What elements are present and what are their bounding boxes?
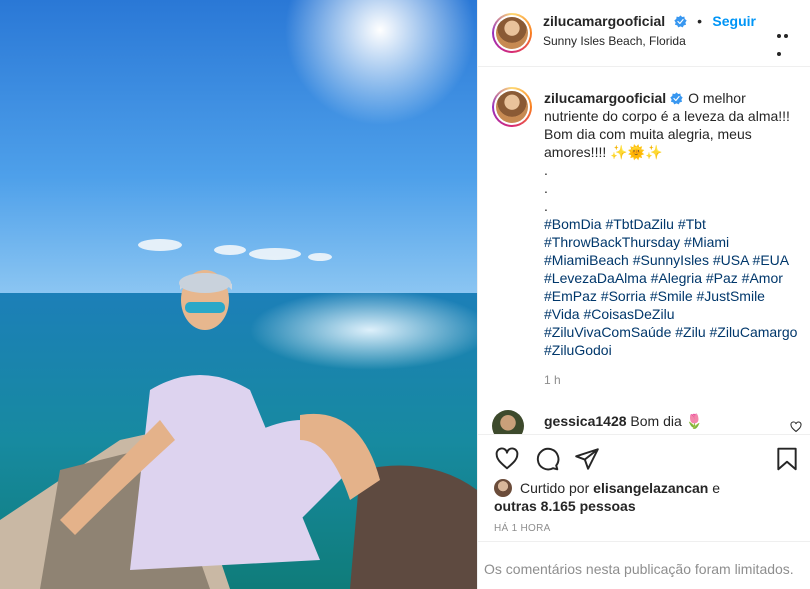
- comment-avatar[interactable]: [492, 410, 524, 434]
- post-timestamp[interactable]: HÁ 1 HORA: [494, 523, 551, 534]
- comment-like-icon[interactable]: [790, 421, 802, 433]
- verified-badge-icon: [670, 92, 683, 105]
- post-details-panel: zilucamargooficial • Seguir Sunny Isles …: [477, 0, 810, 589]
- comment-username[interactable]: gessica1428: [544, 413, 627, 429]
- post-caption: zilucamargooficial O melhor nutriente do…: [544, 89, 798, 359]
- liked-by-and: e: [712, 480, 721, 496]
- username-link[interactable]: zilucamargooficial: [543, 13, 665, 29]
- caption-dot: .: [544, 198, 548, 214]
- caption-hashtags[interactable]: #BomDia #TbtDaZilu #Tbt #ThrowBackThursd…: [544, 215, 798, 359]
- comment-text: Bom dia 🌷: [630, 413, 704, 429]
- comment-text-line: gessica1428 Bom dia 🌷: [544, 413, 703, 430]
- comment-item: gessica1428 Bom dia 🌷: [492, 407, 802, 434]
- share-icon[interactable]: [574, 446, 600, 472]
- save-bookmark-icon[interactable]: [774, 446, 800, 472]
- liked-by-prefix: Curtido por: [520, 480, 590, 496]
- location-link[interactable]: Sunny Isles Beach, Florida: [543, 34, 686, 48]
- caption-avatar[interactable]: [492, 87, 532, 127]
- avatar[interactable]: [492, 13, 532, 53]
- heart-icon[interactable]: [494, 446, 520, 472]
- caption-dot: .: [544, 162, 548, 178]
- comment-icon[interactable]: [534, 446, 560, 472]
- liked-by: Curtido por elisangelazancan e outras 8.…: [494, 479, 794, 515]
- comments-area[interactable]: zilucamargooficial O melhor nutriente do…: [478, 67, 810, 434]
- liked-by-others[interactable]: outras 8.165 pessoas: [494, 498, 636, 514]
- caption-dot: .: [544, 180, 548, 196]
- comments-limited-notice: Os comentários nesta publicação foram li…: [478, 541, 810, 589]
- post-header: zilucamargooficial • Seguir Sunny Isles …: [478, 0, 810, 67]
- liked-by-avatar[interactable]: [494, 479, 512, 497]
- header-user-line: zilucamargooficial • Seguir: [543, 13, 756, 31]
- caption-username[interactable]: zilucamargooficial: [544, 90, 666, 106]
- liked-by-user[interactable]: elisangelazancan: [593, 480, 708, 496]
- post-photo[interactable]: [0, 0, 477, 589]
- follow-button[interactable]: Seguir: [712, 13, 756, 29]
- more-options-icon[interactable]: [777, 25, 797, 56]
- separator-dot: •: [697, 13, 702, 29]
- verified-badge-icon: [673, 15, 687, 28]
- caption-time[interactable]: 1 h: [544, 373, 561, 387]
